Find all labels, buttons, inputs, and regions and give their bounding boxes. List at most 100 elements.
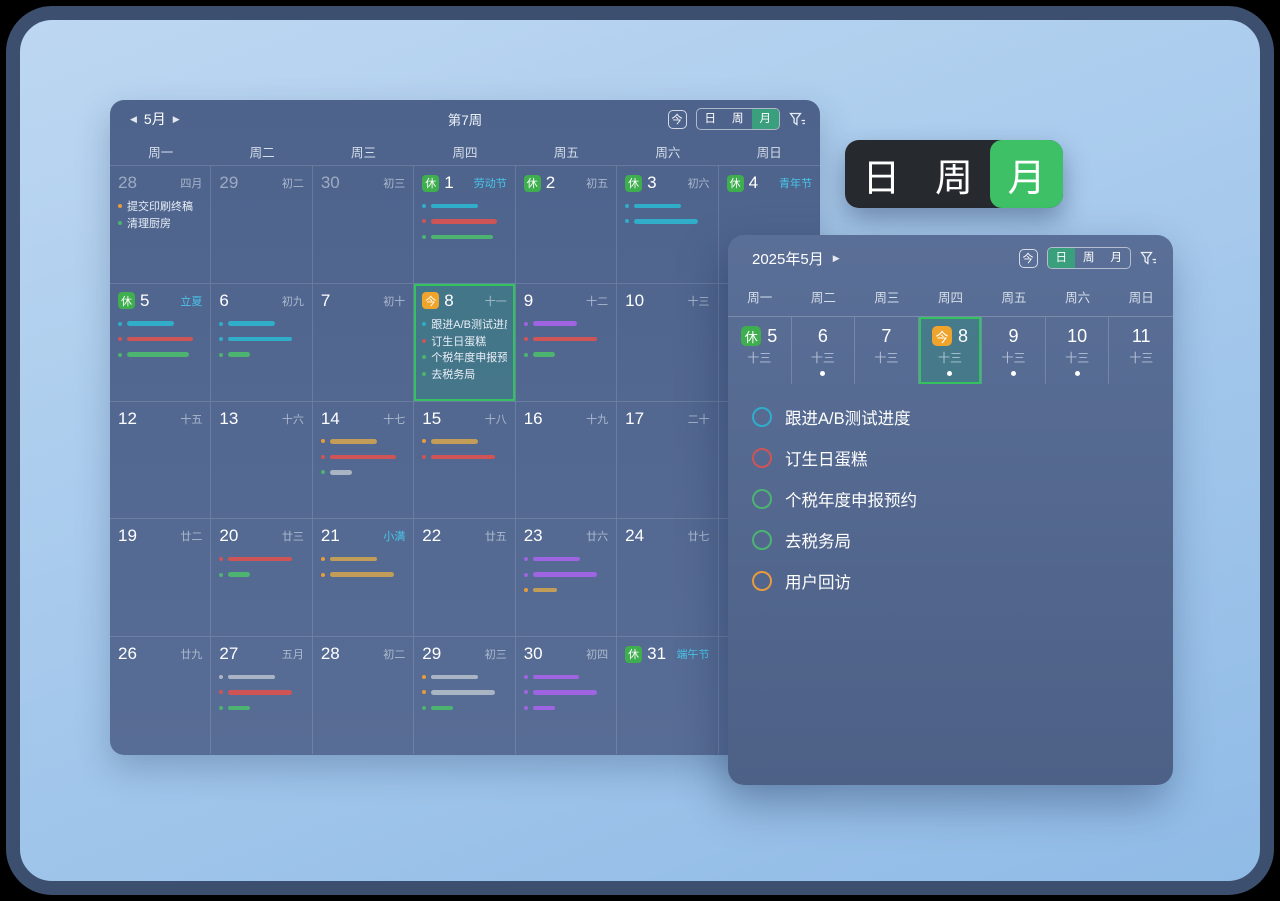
task-item[interactable]: 跟进A/B测试进度 xyxy=(752,396,1173,437)
day-cell[interactable]: 16十九 xyxy=(516,401,617,519)
mini-day-cell[interactable]: 休5十三 xyxy=(728,317,792,384)
day-cell[interactable]: 休3初六 xyxy=(617,165,718,283)
event-bar[interactable] xyxy=(219,685,303,701)
view-tab-1[interactable]: 日 xyxy=(1048,248,1076,267)
task-item[interactable]: 去税务局 xyxy=(752,519,1173,560)
event-bar[interactable] xyxy=(219,316,303,332)
mini-day-cell[interactable]: 10十三 xyxy=(1046,317,1110,384)
mini-next-arrow-icon[interactable]: ▶ xyxy=(833,253,840,264)
event-bar[interactable] xyxy=(321,567,405,583)
mini-day-cell[interactable]: 6十三 xyxy=(792,317,856,384)
task-item[interactable]: 个税年度申报预约 xyxy=(752,478,1173,519)
event-bar[interactable] xyxy=(321,551,405,567)
event-bar[interactable] xyxy=(524,567,608,583)
task-status-circle[interactable] xyxy=(752,448,772,468)
event-bar[interactable] xyxy=(524,316,608,332)
task-item[interactable]: 用户回访 xyxy=(752,560,1173,601)
event-bar[interactable] xyxy=(524,347,608,363)
task-status-circle[interactable] xyxy=(752,489,772,509)
view-tab-2[interactable]: 周 xyxy=(1075,248,1103,267)
event-bar[interactable] xyxy=(321,465,405,481)
day-cell[interactable]: 20廿三 xyxy=(211,518,312,636)
task-status-circle[interactable] xyxy=(752,407,772,427)
day-cell[interactable]: 14十七 xyxy=(313,401,414,519)
day-cell[interactable]: 今8十一跟进A/B测试进度订生日蛋糕个税年度申报预约去税务局 xyxy=(414,283,515,401)
day-cell[interactable]: 28四月提交印刷终稿清理厨房 xyxy=(110,165,211,283)
view-tab-2[interactable]: 周 xyxy=(724,109,752,128)
day-cell[interactable]: 休5立夏 xyxy=(110,283,211,401)
event-bar[interactable] xyxy=(524,685,608,701)
day-cell[interactable]: 23廿六 xyxy=(516,518,617,636)
filter-icon[interactable] xyxy=(789,112,806,127)
event-bar[interactable] xyxy=(321,449,405,465)
task-item[interactable]: 订生日蛋糕 xyxy=(752,437,1173,478)
day-cell[interactable]: 12十五 xyxy=(110,401,211,519)
day-cell[interactable]: 9十二 xyxy=(516,283,617,401)
event-bar[interactable] xyxy=(118,347,202,363)
day-cell[interactable]: 休1劳动节 xyxy=(414,165,515,283)
event-bar[interactable] xyxy=(422,669,506,685)
event-bar[interactable] xyxy=(524,700,608,716)
mini-day-cell[interactable]: 11十三 xyxy=(1109,317,1173,384)
day-cell[interactable]: 27五月 xyxy=(211,636,312,754)
event-item[interactable]: 订生日蛋糕 xyxy=(422,332,506,349)
day-cell[interactable]: 26廿九 xyxy=(110,636,211,754)
day-cell[interactable]: 17二十 xyxy=(617,401,718,519)
event-bar[interactable] xyxy=(524,331,608,347)
day-cell[interactable]: 30初四 xyxy=(516,636,617,754)
event-bar[interactable] xyxy=(321,434,405,450)
event-bar[interactable] xyxy=(219,331,303,347)
event-item[interactable]: 去税务局 xyxy=(422,365,506,382)
next-month-arrow-icon[interactable]: ▶ xyxy=(173,114,180,125)
event-bar[interactable] xyxy=(219,551,303,567)
day-cell[interactable]: 15十八 xyxy=(414,401,515,519)
event-bar[interactable] xyxy=(118,316,202,332)
day-cell[interactable]: 13十六 xyxy=(211,401,312,519)
day-cell[interactable]: 6初九 xyxy=(211,283,312,401)
mini-day-cell[interactable]: 今8十三 xyxy=(919,317,983,384)
day-cell[interactable]: 休2初五 xyxy=(516,165,617,283)
event-bar[interactable] xyxy=(422,198,506,214)
prev-month-arrow-icon[interactable]: ◀ xyxy=(130,114,137,125)
mini-day-cell[interactable]: 9十三 xyxy=(982,317,1046,384)
day-cell[interactable]: 休31端午节 xyxy=(617,636,718,754)
event-bar[interactable] xyxy=(422,434,506,450)
day-cell[interactable]: 7初十 xyxy=(313,283,414,401)
event-item[interactable]: 清理厨房 xyxy=(118,215,202,232)
event-bar[interactable] xyxy=(118,331,202,347)
view-tab-1[interactable]: 日 xyxy=(697,109,725,128)
event-bar[interactable] xyxy=(422,229,506,245)
mini-today-button[interactable]: 今 xyxy=(1019,249,1038,268)
day-cell[interactable]: 29初三 xyxy=(414,636,515,754)
today-button[interactable]: 今 xyxy=(668,110,687,129)
task-status-circle[interactable] xyxy=(752,571,772,591)
mini-filter-icon[interactable] xyxy=(1140,251,1157,266)
day-cell[interactable]: 21小满 xyxy=(313,518,414,636)
event-item[interactable]: 个税年度申报预约 xyxy=(422,349,506,366)
event-bar[interactable] xyxy=(422,449,506,465)
day-cell[interactable]: 24廿七 xyxy=(617,518,718,636)
day-cell[interactable]: 22廿五 xyxy=(414,518,515,636)
mini-day-cell[interactable]: 7十三 xyxy=(855,317,919,384)
event-bar[interactable] xyxy=(219,567,303,583)
event-bar[interactable] xyxy=(625,214,709,230)
event-bar[interactable] xyxy=(422,214,506,230)
event-item[interactable]: 跟进A/B测试进度 xyxy=(422,316,506,333)
day-cell[interactable]: 29初二 xyxy=(211,165,312,283)
event-bar[interactable] xyxy=(422,700,506,716)
event-bar[interactable] xyxy=(219,347,303,363)
day-cell[interactable]: 30初三 xyxy=(313,165,414,283)
event-bar[interactable] xyxy=(524,582,608,598)
task-status-circle[interactable] xyxy=(752,530,772,550)
day-cell[interactable]: 10十三 xyxy=(617,283,718,401)
event-item[interactable]: 提交印刷终稿 xyxy=(118,198,202,215)
event-bar[interactable] xyxy=(524,551,608,567)
day-cell[interactable]: 28初二 xyxy=(313,636,414,754)
event-bar[interactable] xyxy=(625,198,709,214)
view-tab-3[interactable]: 月 xyxy=(1103,248,1131,267)
event-bar[interactable] xyxy=(422,685,506,701)
event-bar[interactable] xyxy=(219,700,303,716)
event-bar[interactable] xyxy=(524,669,608,685)
day-cell[interactable]: 19廿二 xyxy=(110,518,211,636)
view-tab-3[interactable]: 月 xyxy=(752,109,780,128)
